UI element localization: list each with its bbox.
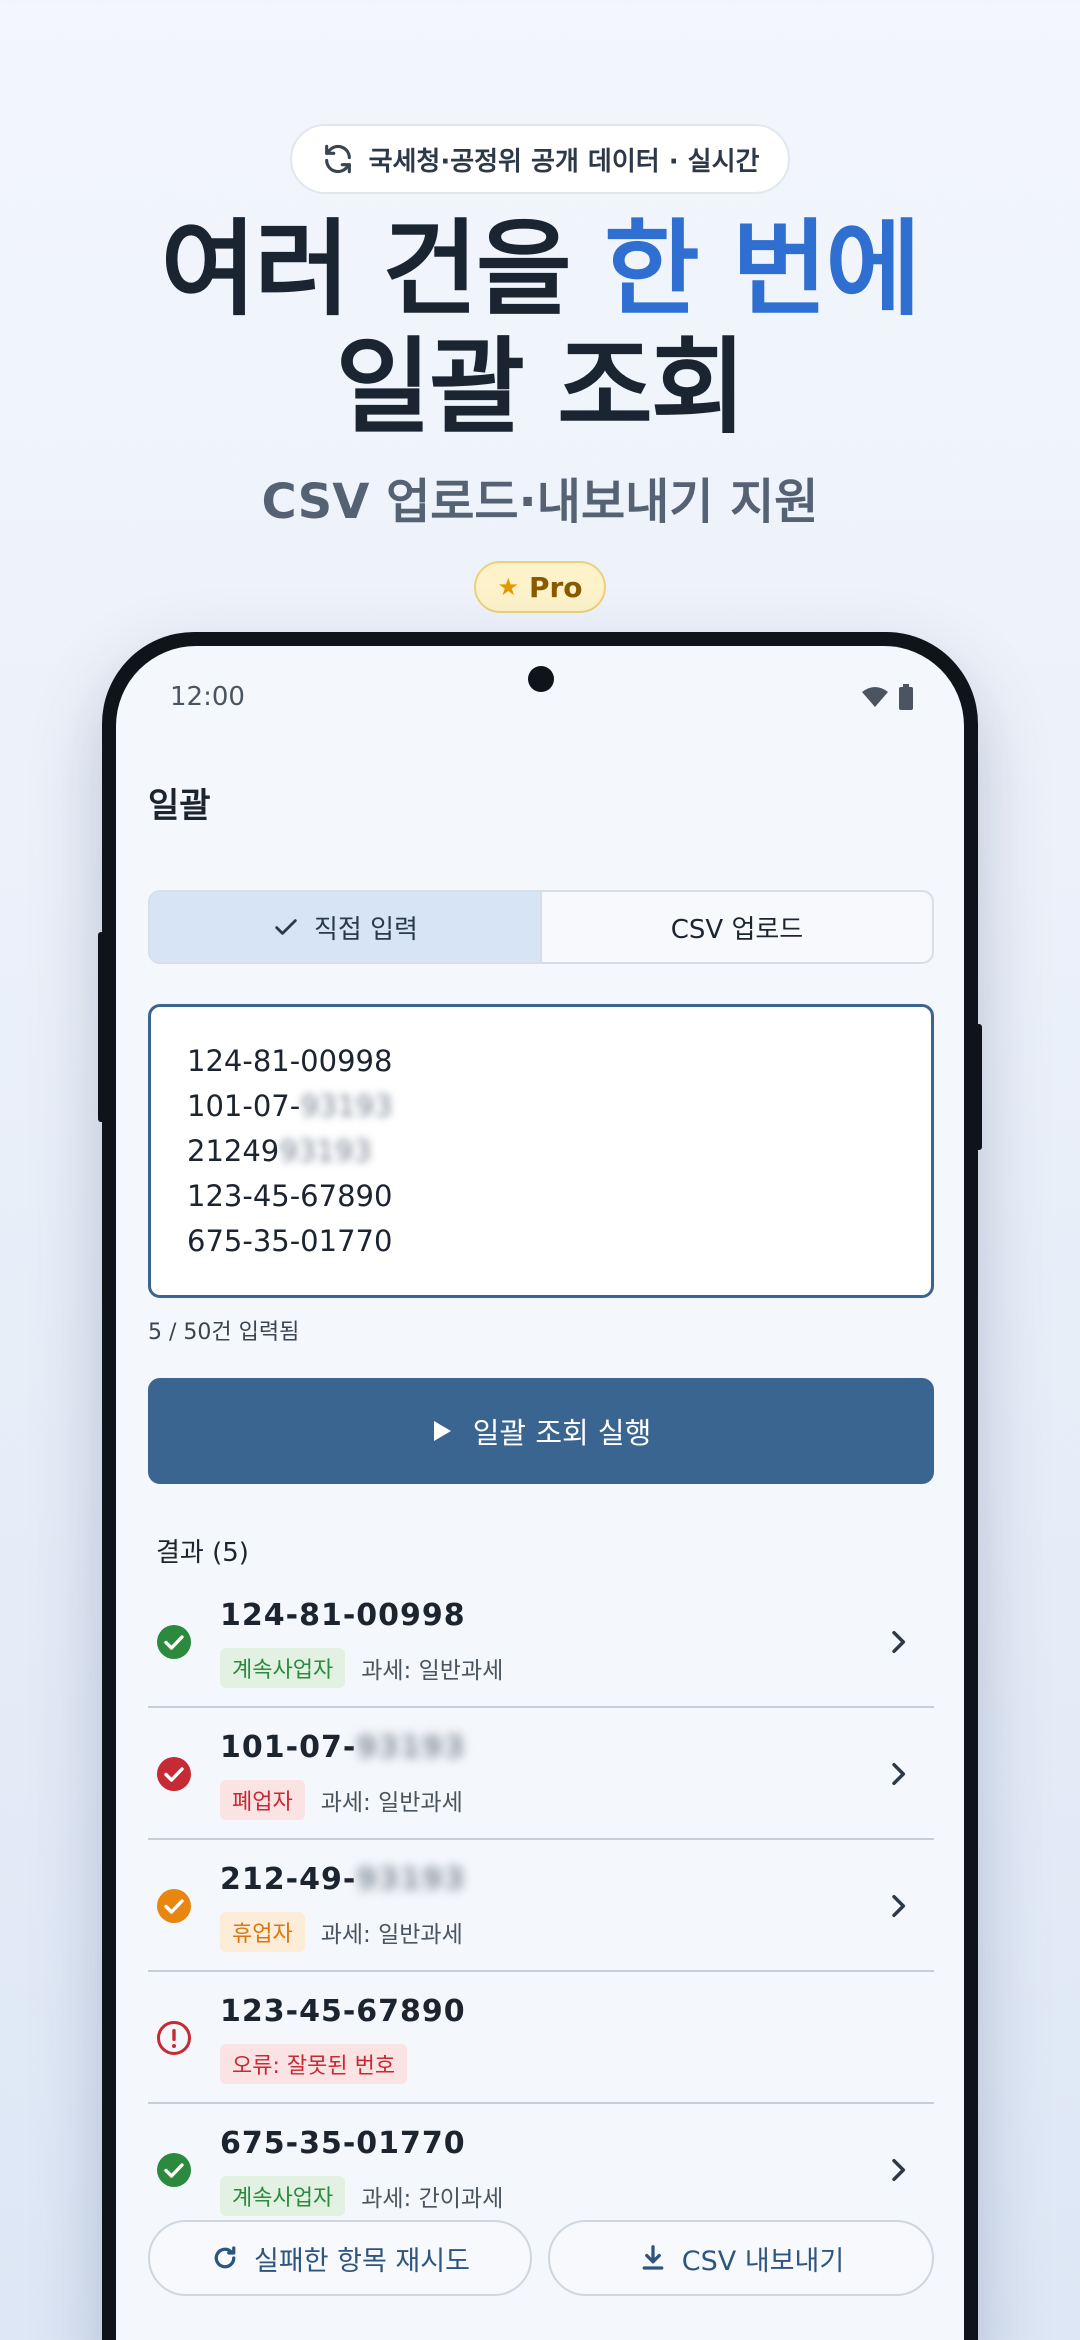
status-badge: 계속사업자: [220, 2176, 346, 2216]
retry-icon: [214, 2246, 236, 2269]
phone-screen: 12:00 일괄 직접 입력 CSV 업로드 124-81-00998 101-…: [116, 646, 964, 2340]
business-number: 212-49-93193: [220, 1862, 466, 1897]
run-batch-lookup-button[interactable]: 일괄 조회 실행: [148, 1378, 934, 1484]
row-tags: 계속사업자 과세: 간이과세: [220, 2176, 503, 2216]
input-line-text: 123-45-67890: [187, 1179, 393, 1213]
chevron-right-icon: [892, 1630, 906, 1654]
input-line: 124-81-00998: [187, 1039, 895, 1084]
tax-type: 과세: 간이과세: [361, 2186, 504, 2212]
battery-icon: [899, 684, 913, 710]
check-icon: [275, 919, 297, 935]
masked-digits: 93193: [300, 1089, 393, 1123]
tax-type: 과세: 일반과세: [320, 1790, 463, 1816]
closed-check-icon: [157, 1757, 191, 1791]
input-line: 675-35-01770: [187, 1219, 895, 1264]
badge-text: 국세청·공정위 공개 데이터 · 실시간: [368, 146, 760, 177]
headline-line2: 일괄 조회: [335, 326, 747, 448]
input-mode-toggle: 직접 입력 CSV 업로드: [148, 890, 934, 964]
headline-accent: 한 번에: [603, 208, 921, 330]
pro-badge: ★ Pro: [474, 561, 606, 613]
row-tags: 계속사업자 과세: 일반과세: [220, 1648, 503, 1688]
headline-part1: 여러 건을: [160, 208, 604, 330]
phone-side-button-left: [98, 932, 106, 1122]
masked-digits: 93193: [279, 1134, 372, 1168]
tab-direct-input-label: 직접 입력: [314, 914, 418, 945]
business-number: 124-81-00998: [220, 1598, 466, 1633]
tab-csv-upload-label: CSV 업로드: [670, 914, 804, 945]
business-number-text: 675-35-01770: [220, 2126, 466, 2161]
result-row[interactable]: 101-07-93193 폐업자 과세: 일반과세: [148, 1708, 934, 1840]
row-tags: 폐업자 과세: 일반과세: [220, 1780, 463, 1820]
chevron-right-icon: [892, 1762, 906, 1786]
status-badge: 폐업자: [220, 1780, 305, 1820]
input-line: 2124993193: [187, 1129, 895, 1174]
download-icon: [642, 2245, 664, 2270]
success-check-icon: [157, 1625, 191, 1659]
result-row[interactable]: 124-81-00998 계속사업자 과세: 일반과세: [148, 1576, 934, 1708]
wifi-icon: [862, 687, 888, 707]
masked-digits: 93193: [356, 1862, 466, 1897]
tab-direct-input[interactable]: 직접 입력: [150, 892, 540, 962]
retry-failed-button[interactable]: 실패한 항목 재시도: [148, 2220, 532, 2296]
input-line-text: 101-07-: [187, 1089, 301, 1123]
business-number: 101-07-93193: [220, 1730, 466, 1765]
input-line-text: 675-35-01770: [187, 1224, 393, 1258]
input-line: 101-07-93193: [187, 1084, 895, 1129]
chevron-right-icon: [892, 2158, 906, 2182]
row-tags: 오류: 잘못된 번호: [220, 2044, 408, 2084]
star-icon: ★: [497, 573, 519, 601]
result-list: 124-81-00998 계속사업자 과세: 일반과세 101-07-93193…: [148, 1576, 934, 2220]
business-number: 675-35-01770: [220, 2126, 466, 2161]
row-tags: 휴업자 과세: 일반과세: [220, 1912, 463, 1952]
error-alert-icon: [157, 2021, 191, 2055]
export-button-label: CSV 내보내기: [681, 2245, 845, 2277]
promo-headline: 여러 건을 한 번에 일괄 조회: [0, 210, 1080, 446]
status-badge: 휴업자: [220, 1912, 305, 1952]
chevron-right-icon: [892, 1894, 906, 1918]
business-number-text: 212-49-: [220, 1862, 357, 1897]
phone-side-button-right: [974, 1024, 982, 1150]
status-badge: 계속사업자: [220, 1648, 346, 1688]
business-number: 123-45-67890: [220, 1994, 466, 2029]
bottom-action-bar: 실패한 항목 재시도 CSV 내보내기: [116, 2220, 964, 2340]
business-number-text: 123-45-67890: [220, 1994, 466, 2029]
promo-subhead: CSV 업로드·내보내기 지원: [261, 474, 819, 530]
result-row[interactable]: 675-35-01770 계속사업자 과세: 간이과세: [148, 2104, 934, 2220]
input-line-text: 124-81-00998: [187, 1044, 393, 1078]
tab-csv-upload[interactable]: CSV 업로드: [540, 892, 932, 962]
masked-digits: 93193: [356, 1730, 466, 1765]
data-source-badge: 국세청·공정위 공개 데이터 · 실시간: [290, 124, 790, 194]
business-number-text: 124-81-00998: [220, 1598, 466, 1633]
error-badge: 오류: 잘못된 번호: [220, 2044, 408, 2084]
csv-export-button[interactable]: CSV 내보내기: [548, 2220, 934, 2296]
status-time: 12:00: [170, 682, 245, 712]
suspended-check-icon: [157, 1889, 191, 1923]
input-counter: 5 / 50건 입력됨: [148, 1320, 300, 1345]
play-icon: [433, 1421, 451, 1441]
success-check-icon: [157, 2153, 191, 2187]
input-line: 123-45-67890: [187, 1174, 895, 1219]
business-number-input[interactable]: 124-81-00998 101-07-93193 2124993193 123…: [148, 1004, 934, 1298]
input-line-text: 21249: [187, 1134, 280, 1168]
retry-button-label: 실패한 항목 재시도: [254, 2245, 470, 2277]
results-title: 결과 (5): [156, 1538, 249, 1568]
result-row: 123-45-67890 오류: 잘못된 번호: [148, 1972, 934, 2104]
result-row[interactable]: 212-49-93193 휴업자 과세: 일반과세: [148, 1840, 934, 1972]
app-bar-title: 일괄: [148, 786, 211, 826]
business-number-text: 101-07-: [220, 1730, 357, 1765]
tax-type: 과세: 일반과세: [320, 1922, 463, 1948]
run-button-label: 일괄 조회 실행: [472, 1416, 652, 1450]
tax-type: 과세: 일반과세: [361, 1658, 504, 1684]
status-icons: [860, 684, 914, 710]
front-camera: [528, 666, 554, 692]
pro-label: Pro: [528, 570, 583, 604]
refresh-icon: [324, 144, 351, 174]
